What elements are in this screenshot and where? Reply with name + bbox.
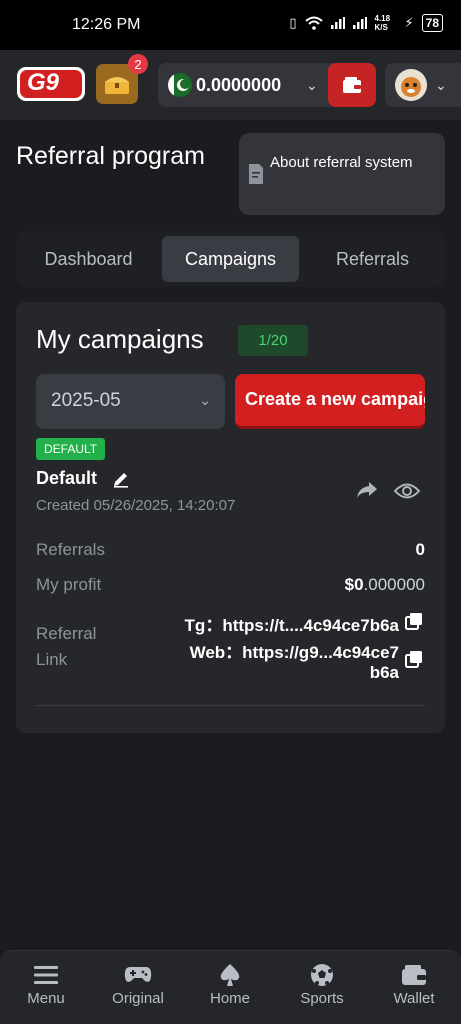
about-referral-button[interactable]: About referral system xyxy=(239,133,445,215)
nav-original[interactable]: Original xyxy=(92,951,184,1024)
campaign-count-badge: 1/20 xyxy=(238,325,308,356)
signal-icon xyxy=(352,17,367,29)
chevron-down-icon: ⌄ xyxy=(199,392,211,408)
avatar xyxy=(395,69,427,101)
web-link: Web：https://g9...4c94ce7 xyxy=(189,643,399,662)
about-referral-label: About referral system xyxy=(270,154,413,171)
signal-icon xyxy=(330,17,345,29)
card-divider xyxy=(36,705,425,706)
referrals-label: Referrals xyxy=(36,540,105,559)
profit-currency: $ xyxy=(344,575,355,594)
nav-sports[interactable]: Sports xyxy=(276,951,368,1024)
nav-wallet[interactable]: Wallet xyxy=(368,951,460,1024)
create-campaign-button[interactable]: Create a new campaign xyxy=(235,374,425,429)
soccer-ball-icon xyxy=(310,963,334,987)
profit-decimals: .000000 xyxy=(363,575,425,594)
copy-icon[interactable] xyxy=(405,612,423,630)
referral-link-label-2: Link xyxy=(36,650,68,669)
document-icon xyxy=(249,164,263,184)
nav-menu[interactable]: Menu xyxy=(0,951,92,1024)
chevron-down-icon: ⌄ xyxy=(435,77,447,93)
wallet-icon xyxy=(343,77,361,93)
default-badge: DEFAULT xyxy=(36,438,106,460)
status-bar: 12:26 PM ▯ 4.18 K/S ⚡ 78 xyxy=(0,0,461,50)
tg-link: Tg：https://t....4c94ce7b6a xyxy=(184,616,399,635)
nav-home[interactable]: Home xyxy=(184,951,276,1024)
menu-icon xyxy=(34,963,58,987)
gamepad-icon xyxy=(124,963,152,987)
status-time: 12:26 PM xyxy=(72,16,141,33)
eye-icon[interactable] xyxy=(394,481,420,501)
pakistan-flag-icon xyxy=(168,73,192,97)
profit-label: My profit xyxy=(36,575,102,594)
balance-selector[interactable]: 0.0000000 ⌄ xyxy=(158,63,376,107)
notification-badge: 2 xyxy=(128,54,148,74)
tab-referrals[interactable]: Referrals xyxy=(306,236,439,282)
vibrate-icon: ▯ xyxy=(289,15,297,30)
charging-icon: ⚡ xyxy=(404,15,414,30)
nav-wallet-label: Wallet xyxy=(393,990,435,1007)
spade-icon xyxy=(219,963,241,987)
battery-indicator: 78 xyxy=(421,14,443,32)
campaigns-card: My campaigns 1/20 2025-05 ⌄ Create a new… xyxy=(16,302,445,733)
logo-text: G9 xyxy=(27,69,60,96)
tab-bar: Dashboard Campaigns Referrals xyxy=(16,231,445,287)
referrals-value: 0 xyxy=(415,540,425,559)
referral-link-label: Referral xyxy=(36,624,97,643)
tab-campaigns[interactable]: Campaigns xyxy=(162,236,299,282)
chevron-down-icon: ⌄ xyxy=(306,77,318,93)
nav-sports-label: Sports xyxy=(300,990,344,1007)
wallet-icon xyxy=(401,963,427,987)
web-link-continued: b6a xyxy=(369,663,399,682)
bottom-nav: Menu Original Home Sports Wallet xyxy=(0,950,461,1024)
nav-menu-label: Menu xyxy=(27,990,65,1007)
page-title: Referral program xyxy=(16,142,205,170)
top-bar: G9 2 0.0000000 ⌄ ⌄ xyxy=(0,50,461,120)
tab-dashboard[interactable]: Dashboard xyxy=(22,236,155,282)
deposit-wallet-button[interactable] xyxy=(328,63,376,107)
profit-value: $0.000000 xyxy=(345,575,425,595)
status-icons: ▯ 4.18 K/S ⚡ 78 xyxy=(289,14,443,32)
profile-menu-button[interactable]: ⌄ xyxy=(385,63,461,107)
campaign-created-date: Created 05/26/2025, 14:20:07 xyxy=(36,497,236,514)
profit-integer: 0 xyxy=(354,575,364,594)
nav-home-label: Home xyxy=(209,990,250,1007)
wifi-icon xyxy=(304,16,323,30)
copy-icon[interactable] xyxy=(405,650,423,668)
create-campaign-label: Create a new campaign xyxy=(245,389,425,409)
campaign-name: Default xyxy=(36,468,98,488)
treasure-chest-icon xyxy=(105,77,129,94)
month-select-value: 2025-05 xyxy=(51,390,121,411)
net-speed: 4.18 K/S xyxy=(374,14,391,32)
nav-original-label: Original xyxy=(112,990,164,1007)
share-icon[interactable] xyxy=(356,480,378,500)
edit-pencil-icon[interactable] xyxy=(112,470,130,488)
campaigns-title: My campaigns xyxy=(36,324,204,354)
balance-amount: 0.0000000 xyxy=(196,75,282,95)
month-select[interactable]: 2025-05 ⌄ xyxy=(36,374,225,429)
